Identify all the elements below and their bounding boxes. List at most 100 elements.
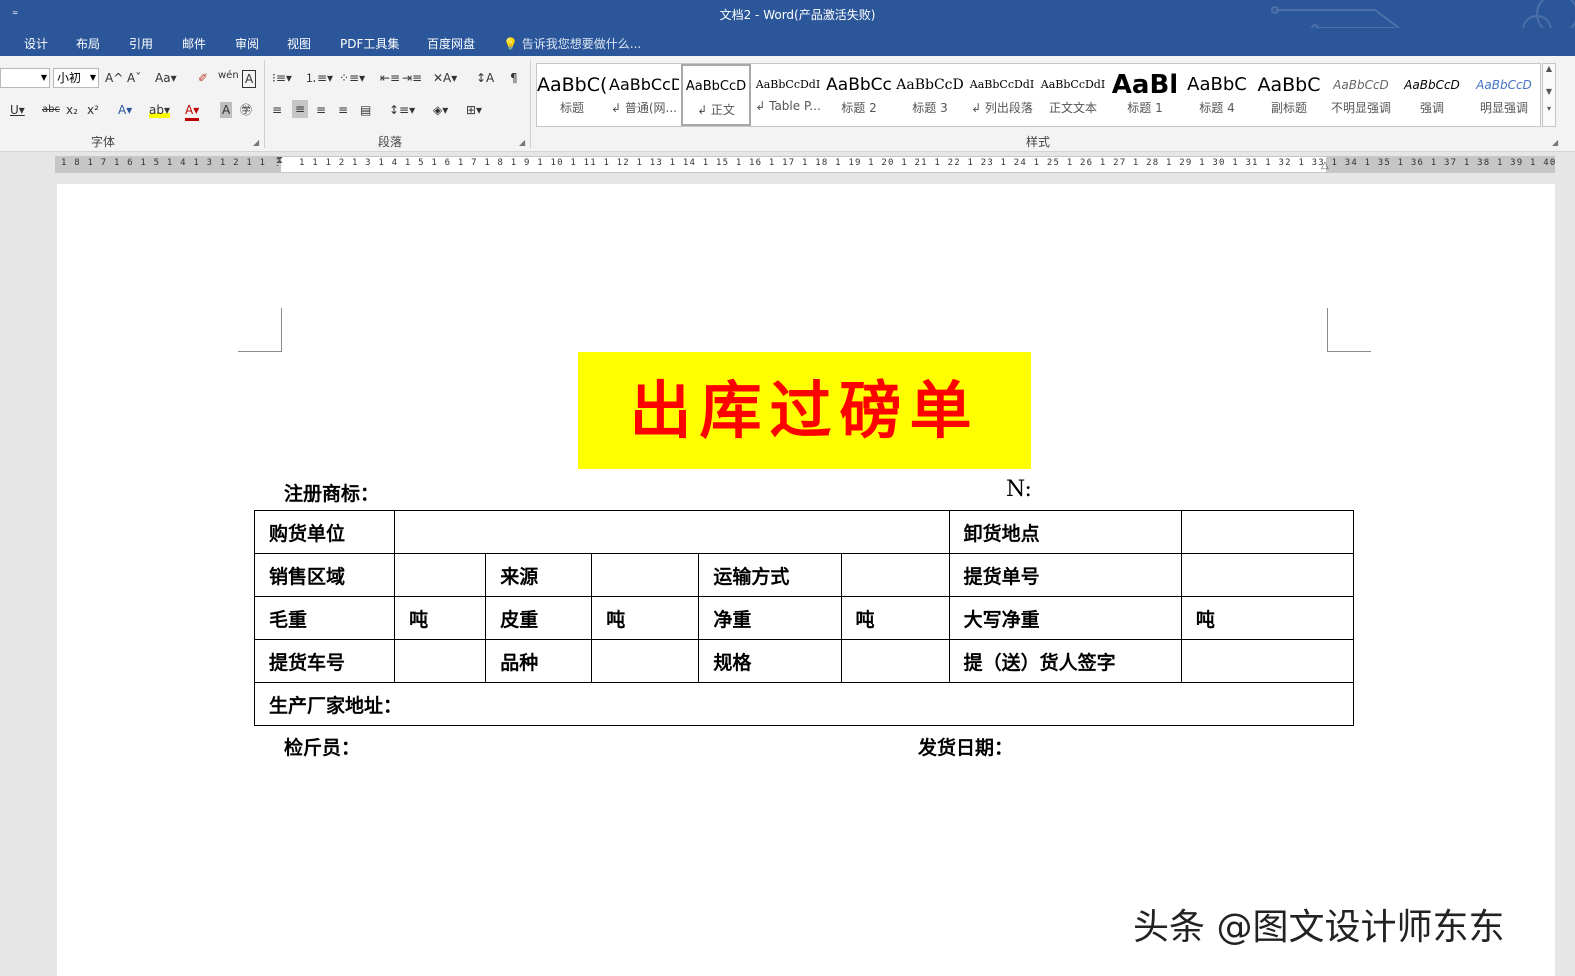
table-cell-input[interactable] (840, 553, 950, 597)
first-line-indent-marker-icon[interactable]: ⧗ (276, 155, 283, 166)
tab-baidu-netdisk[interactable]: 百度网盘 (427, 35, 475, 52)
chinese-layout-button[interactable]: ✕A▾ (433, 70, 457, 86)
font-size-select[interactable]: 小初 ▼ (53, 68, 99, 88)
tell-me-text: 告诉我您想要做什么... (521, 37, 642, 51)
style-heading-3[interactable]: AaBbCcD 标题 3 (895, 64, 965, 126)
table-cell[interactable]: 生产厂家地址： (254, 682, 1354, 726)
table-cell: 卸货地点 (948, 510, 1182, 554)
superscript-button[interactable]: x² (87, 102, 99, 118)
grow-font-button[interactable]: A^ (105, 70, 123, 86)
subscript-button[interactable]: x₂ (66, 102, 78, 118)
tab-mailings[interactable]: 邮件 (182, 35, 206, 52)
style-heading-4[interactable]: AaBbC 标题 4 (1182, 64, 1252, 126)
style-heading-1[interactable]: AaBl 标题 1 (1110, 64, 1180, 126)
table-cell-input[interactable]: 吨 (840, 596, 950, 640)
phonetic-guide-button[interactable]: wén (218, 68, 239, 84)
tab-references[interactable]: 引用 (129, 35, 153, 52)
table-cell-input[interactable] (1180, 553, 1355, 597)
style-emphasis[interactable]: AaBbCcD 强调 (1397, 64, 1467, 126)
table-cell-input[interactable] (1180, 639, 1355, 683)
table-cell: 毛重 (253, 596, 396, 640)
table-cell-input[interactable] (394, 553, 487, 597)
font-group-label: 字体 (91, 135, 116, 149)
watermark-text: 头条 @图文设计师东东 (1133, 907, 1505, 948)
style-body-text[interactable]: AaBbCcDdI 正文文本 (1038, 64, 1108, 126)
numbering-button[interactable]: ⒈≡▾ (305, 70, 333, 86)
style-table-paragraph[interactable]: AaBbCcDdI ↲ Table P... (753, 64, 823, 126)
chevron-up-icon[interactable]: ▲ (1543, 64, 1555, 73)
chevron-down-icon[interactable]: ▼ (1543, 87, 1555, 96)
font-color-button[interactable]: A▾ (185, 102, 200, 121)
character-border-button[interactable]: A (242, 70, 257, 88)
paragraph-group-label: 段落 (378, 135, 403, 149)
style-intense-emphasis[interactable]: AaBbCcD 明显强调 (1469, 64, 1539, 126)
show-formatting-marks-button[interactable]: ¶ (510, 70, 518, 86)
weighing-form-table: 购货单位 卸货地点 销售区域 来源 运输方式 提货单号 毛重 吨 皮重 吨 净重… (253, 510, 1355, 726)
font-size-value: 小初 (57, 71, 82, 85)
shrink-font-button[interactable]: Aˇ (127, 70, 141, 86)
document-title-highlight: 出库过磅单 (578, 352, 1031, 469)
table-cell: 品种 (485, 639, 593, 683)
table-cell: 来源 (485, 553, 593, 597)
font-name-select[interactable]: ▼ (0, 68, 50, 88)
enclose-characters-button[interactable]: ㊫ (240, 102, 252, 118)
page-corner-mark-top-left (238, 308, 282, 352)
style-heading[interactable]: AaBbC( 标题 (537, 64, 607, 126)
table-cell-input[interactable] (394, 510, 950, 554)
horizontal-ruler[interactable]: 1 8 1 7 1 6 1 5 1 4 1 3 1 2 1 1 ⋮ 1 1 1 … (55, 155, 1555, 173)
tell-me-search[interactable]: 💡 告诉我您想要做什么... (503, 35, 641, 52)
chevron-down-icon: ▼ (40, 73, 47, 82)
table-cell: 提货车号 (253, 639, 396, 683)
multilevel-list-button[interactable]: ⁘≡▾ (339, 70, 365, 86)
styles-dialog-launcher-icon[interactable]: ◢ (1552, 138, 1558, 147)
tab-pdf-tools[interactable]: PDF工具集 (340, 35, 399, 52)
table-cell-input[interactable] (1180, 510, 1355, 554)
ribbon-tabs: 设计 布局 引用 邮件 审阅 视图 PDF工具集 百度网盘 💡 告诉我您想要做什… (0, 28, 1575, 56)
align-left-button[interactable]: ≡ (272, 102, 282, 118)
align-right-button[interactable]: ≡ (316, 102, 326, 118)
strikethrough-button[interactable]: abc (42, 102, 60, 118)
chevron-down-icon: ▼ (89, 73, 96, 82)
table-cell-input[interactable]: 吨 (591, 596, 700, 640)
table-cell-input[interactable] (394, 639, 487, 683)
style-list-paragraph[interactable]: AaBbCcDdI ↲ 列出段落 (967, 64, 1037, 126)
decrease-indent-button[interactable]: ⇤≡ (380, 70, 400, 86)
highlight-color-button[interactable]: ab▾ (149, 102, 170, 118)
style-heading-2[interactable]: AaBbCc 标题 2 (824, 64, 894, 126)
text-effects-button[interactable]: A▾ (118, 102, 132, 118)
distributed-button[interactable]: ▤ (360, 102, 371, 118)
table-cell-input[interactable]: 吨 (1180, 596, 1355, 640)
change-case-button[interactable]: Aa▾ (155, 70, 177, 86)
clear-formatting-button[interactable]: ✐ (198, 70, 208, 86)
borders-button[interactable]: ⊞▾ (466, 102, 482, 118)
table-cell-input[interactable]: 吨 (394, 596, 487, 640)
font-dialog-launcher-icon[interactable]: ◢ (253, 138, 259, 147)
increase-indent-button[interactable]: ⇥≡ (402, 70, 422, 86)
line-spacing-button[interactable]: ↕≡▾ (389, 102, 415, 118)
tab-view[interactable]: 视图 (287, 35, 311, 52)
tab-design[interactable]: 设计 (24, 35, 48, 52)
bullets-button[interactable]: ⁝≡▾ (272, 70, 292, 86)
table-cell-input[interactable] (840, 639, 950, 683)
style-normal-web[interactable]: AaBbCcD ↲ 普通(网... (609, 64, 679, 126)
right-indent-marker-icon[interactable]: △ (1321, 160, 1329, 171)
sort-button[interactable]: ↕A (476, 70, 494, 86)
tab-review[interactable]: 审阅 (235, 35, 259, 52)
shading-button[interactable]: ◈▾ (433, 102, 448, 118)
paragraph-dialog-launcher-icon[interactable]: ◢ (519, 138, 525, 147)
ribbon-separator (530, 60, 531, 148)
tab-layout[interactable]: 布局 (76, 35, 100, 52)
underline-button[interactable]: U▾ (10, 102, 25, 118)
character-shading-button[interactable]: A (220, 102, 233, 118)
styles-scroll[interactable]: ▲ ▼ ▾ (1542, 63, 1556, 127)
table-cell-input[interactable] (591, 639, 700, 683)
style-normal[interactable]: AaBbCcD ↲ 正文 (681, 64, 751, 126)
style-subtitle[interactable]: AaBbC 副标题 (1254, 64, 1324, 126)
align-center-button[interactable]: ≡ (292, 100, 309, 118)
inspector-label: 检斤员： (284, 737, 361, 759)
style-subtle-emphasis[interactable]: AaBbCcD 不明显强调 (1326, 64, 1396, 126)
table-cell-input[interactable] (591, 553, 700, 597)
more-styles-icon[interactable]: ▾ (1543, 104, 1555, 113)
lightbulb-icon: 💡 (503, 37, 518, 51)
justify-button[interactable]: ≡ (338, 102, 348, 118)
